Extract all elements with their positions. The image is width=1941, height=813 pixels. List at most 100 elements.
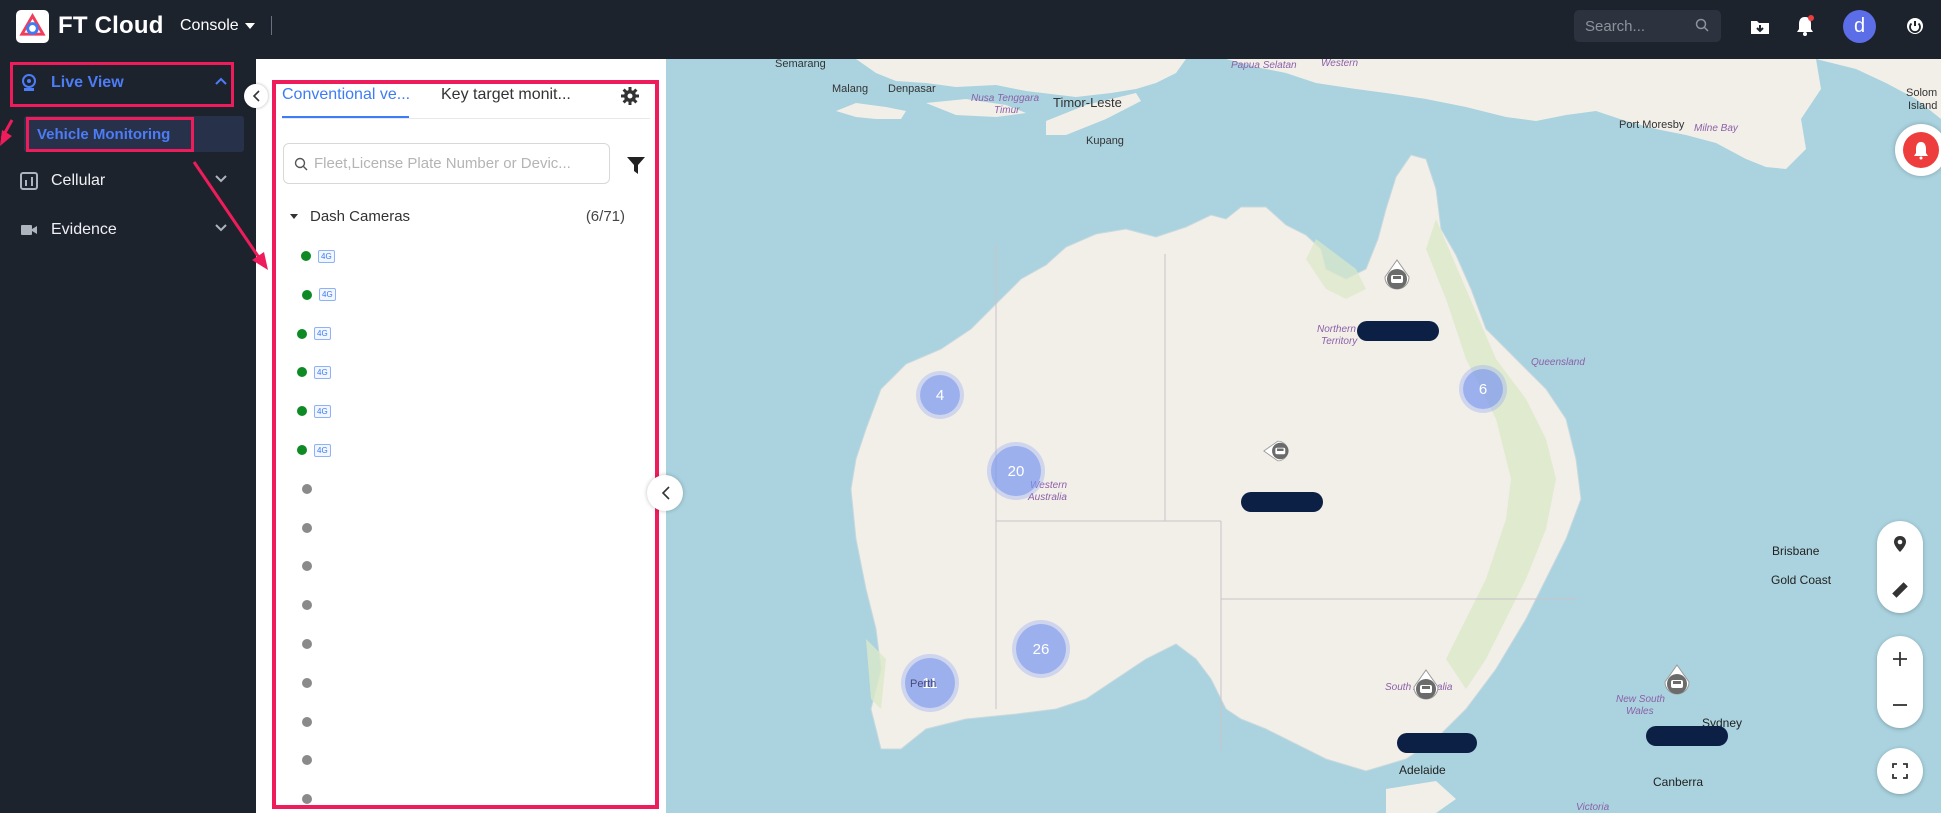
notification-bell-icon[interactable]	[1793, 14, 1817, 38]
offline-status-dot	[302, 639, 312, 649]
offline-status-dot	[302, 794, 312, 805]
map-label: Victoria	[1576, 802, 1610, 813]
global-search[interactable]	[1574, 10, 1721, 42]
device-row[interactable]	[302, 520, 312, 536]
vehicle-marker-icon[interactable]	[1263, 434, 1291, 468]
online-status-dot	[297, 406, 307, 417]
vehicle-marker-icon[interactable]	[1412, 669, 1440, 703]
network-badge: 4G	[314, 404, 331, 418]
map-label: New South	[1616, 694, 1665, 705]
map-label: Perth	[910, 678, 937, 690]
alarm-bell-icon	[1914, 142, 1928, 160]
zoom-out-button[interactable]	[1877, 682, 1923, 728]
sidebar-item-label: Evidence	[51, 221, 117, 238]
offline-status-dot	[302, 677, 312, 688]
redacted-plate-label	[1646, 726, 1728, 746]
device-row[interactable]	[302, 791, 312, 807]
zoom-in-icon	[1893, 652, 1907, 666]
location-pin-icon	[1894, 536, 1906, 552]
map-label: Port Moresby	[1619, 119, 1685, 131]
device-row[interactable]	[302, 481, 312, 497]
map-label: Northern	[1317, 324, 1356, 335]
device-row[interactable]	[302, 597, 312, 613]
search-icon[interactable]	[1695, 18, 1709, 32]
download-icon[interactable]	[1748, 14, 1772, 38]
offline-status-dot	[302, 561, 312, 572]
console-label: Console	[180, 17, 239, 34]
vehicle-marker-icon[interactable]	[1663, 664, 1691, 698]
sidebar-item-cellular[interactable]: Cellular	[0, 159, 256, 203]
vehicle-marker-icon[interactable]	[1383, 259, 1411, 293]
device-row[interactable]: 4G	[297, 326, 331, 342]
map-label: Island	[1908, 100, 1938, 112]
device-search-field[interactable]	[283, 143, 610, 184]
ft-cloud-logo[interactable]	[16, 10, 49, 43]
device-row[interactable]	[302, 675, 312, 691]
user-avatar[interactable]: d	[1843, 10, 1876, 43]
online-status-dot	[297, 445, 307, 455]
fullscreen-control	[1877, 748, 1923, 794]
top-bar: FT Cloud Console d	[0, 0, 1941, 59]
vehicle-cluster[interactable]: 26	[1016, 624, 1066, 674]
map-label: Timor-Leste	[1053, 95, 1122, 110]
map-label: Canberra	[1653, 775, 1704, 789]
brand-name: FT Cloud	[58, 12, 164, 39]
alarm-button[interactable]	[1895, 124, 1941, 176]
map-label: Wales	[1626, 706, 1654, 717]
device-row[interactable]: 4G	[297, 364, 331, 380]
device-row[interactable]	[302, 636, 312, 652]
device-search-input[interactable]	[314, 155, 594, 172]
map-label: Solom	[1906, 87, 1938, 99]
caret-down-icon[interactable]	[290, 214, 298, 219]
filter-icon[interactable]	[627, 157, 645, 174]
map-label: Timur	[994, 105, 1020, 116]
fullscreen-button[interactable]	[1877, 748, 1923, 794]
tab-conventional-vehicles[interactable]: Conventional ve...	[282, 86, 410, 104]
device-row[interactable]: 4G	[302, 287, 336, 303]
device-row[interactable]	[302, 752, 312, 768]
map-label: Malang	[832, 83, 869, 95]
panel-collapse-button[interactable]	[647, 475, 683, 511]
map-label: Adelaide	[1399, 763, 1446, 777]
sidebar-item-evidence[interactable]: Evidence	[0, 208, 256, 252]
tab-key-target-monitoring[interactable]: Key target monit...	[441, 86, 571, 104]
device-group-dash-cameras[interactable]: Dash Cameras (6/71)	[290, 208, 625, 228]
power-icon[interactable]	[1903, 14, 1927, 38]
device-row[interactable]	[302, 714, 312, 730]
highlight-live-view	[10, 62, 234, 107]
network-badge: 4G	[318, 249, 335, 263]
gear-icon[interactable]	[620, 86, 640, 106]
sidebar-collapse-button[interactable]	[244, 84, 268, 108]
device-row[interactable]: 4G	[297, 442, 331, 458]
group-count: (6/71)	[585, 208, 625, 225]
logo-icon	[19, 13, 46, 36]
header-divider	[271, 16, 272, 35]
sidebar-item-label: Cellular	[51, 172, 106, 189]
online-status-dot	[301, 251, 311, 261]
console-dropdown[interactable]: Console	[180, 17, 255, 35]
tab-divider	[282, 118, 650, 119]
device-row[interactable]: 4G	[297, 403, 331, 419]
device-row[interactable]	[302, 558, 312, 574]
global-search-input[interactable]	[1585, 17, 1695, 35]
vehicle-cluster[interactable]: 6	[1463, 369, 1503, 409]
location-pin-button[interactable]	[1877, 521, 1923, 567]
chevron-down-icon	[215, 175, 227, 183]
map-label: Denpasar	[888, 83, 936, 95]
offline-status-dot	[302, 522, 312, 533]
redacted-plate-label	[1397, 733, 1477, 753]
network-badge: 4G	[319, 288, 336, 302]
map-tools	[1877, 521, 1923, 613]
zoom-in-button[interactable]	[1877, 636, 1923, 682]
zoom-out-icon	[1893, 704, 1907, 706]
map-basemap	[666, 59, 1941, 813]
map-view[interactable]: Semarang Malang Denpasar Nusa Tenggara T…	[666, 59, 1941, 813]
cellular-icon	[20, 172, 38, 190]
device-row[interactable]: 4G	[301, 248, 335, 264]
redacted-plate-label	[1241, 492, 1323, 512]
video-icon	[21, 225, 37, 235]
vehicle-cluster[interactable]: 20	[991, 446, 1041, 496]
redacted-plate-label	[1357, 321, 1439, 341]
measure-button[interactable]	[1877, 567, 1923, 613]
vehicle-cluster[interactable]: 4	[920, 375, 960, 415]
